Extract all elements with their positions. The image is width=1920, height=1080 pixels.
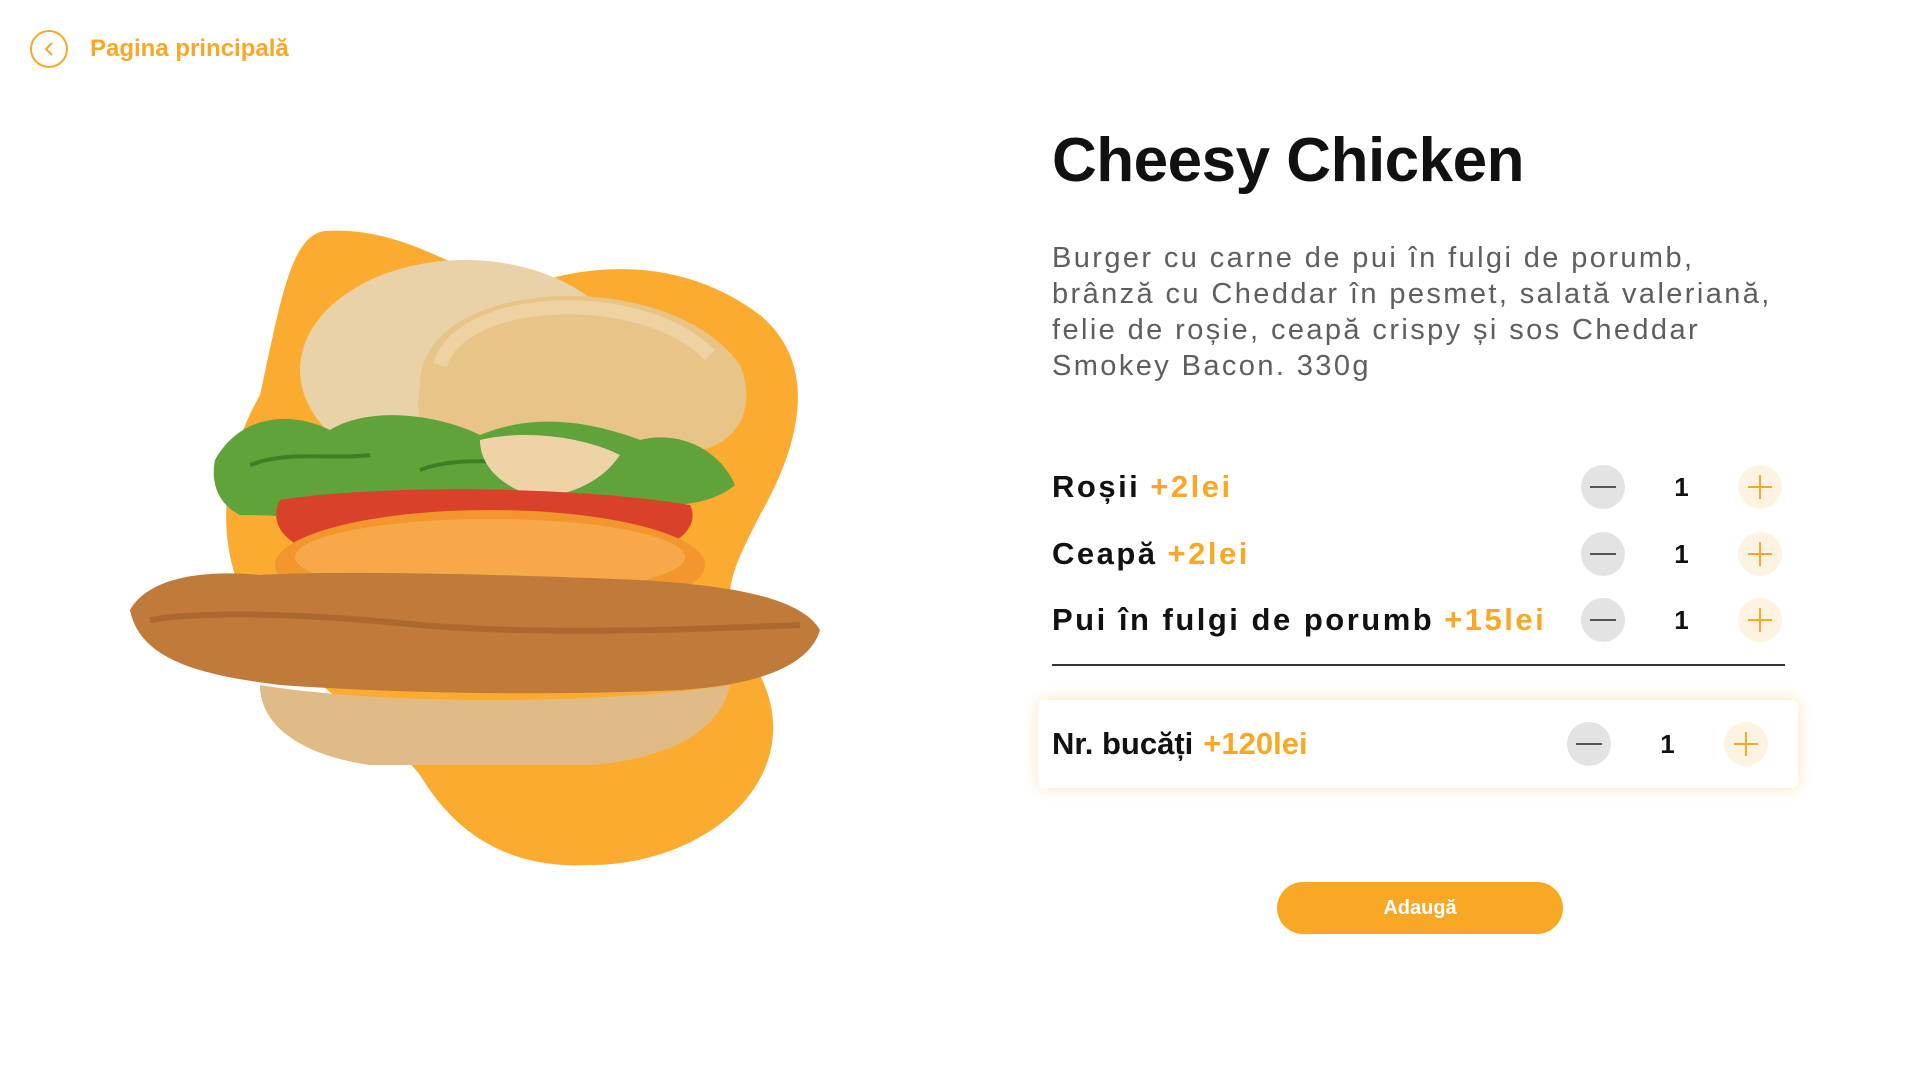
increment-button[interactable] <box>1738 598 1782 642</box>
burger-image <box>130 230 820 866</box>
back-button[interactable] <box>30 30 68 68</box>
plus-icon <box>1734 732 1758 756</box>
option-name: Roșii <box>1052 469 1141 504</box>
option-name: Pui în fulgi de porumb <box>1052 602 1435 637</box>
pieces-card: Nr. bucăți +120lei 1 <box>1038 700 1798 788</box>
quantity-stepper: 1 <box>1581 598 1782 642</box>
option-label: Ceapă +2lei <box>1052 536 1250 572</box>
option-label: Pui în fulgi de porumb +15lei <box>1052 602 1546 638</box>
pieces-name: Nr. bucăți <box>1052 726 1194 761</box>
option-row-ceapa: Ceapă +2lei 1 <box>1052 529 1782 579</box>
minus-icon <box>1576 743 1602 745</box>
decrement-button[interactable] <box>1581 598 1625 642</box>
increment-button[interactable] <box>1724 722 1768 766</box>
option-label: Roșii +2lei <box>1052 469 1233 505</box>
increment-button[interactable] <box>1738 532 1782 576</box>
decrement-button[interactable] <box>1581 532 1625 576</box>
increment-button[interactable] <box>1738 465 1782 509</box>
option-price: +2lei <box>1167 536 1250 571</box>
option-row-rosii: Roșii +2lei 1 <box>1052 462 1782 512</box>
product-image <box>120 215 840 875</box>
plus-icon <box>1748 608 1772 632</box>
quantity-stepper: 1 <box>1581 532 1782 576</box>
back-link[interactable]: Pagina principală <box>30 30 289 68</box>
option-row-pui: Pui în fulgi de porumb +15lei 1 <box>1052 595 1782 645</box>
quantity-value: 1 <box>1674 471 1689 502</box>
back-link-label: Pagina principală <box>90 35 289 62</box>
option-name: Ceapă <box>1052 536 1158 571</box>
plus-icon <box>1748 475 1772 499</box>
quantity-value: 1 <box>1660 728 1675 759</box>
minus-icon <box>1590 553 1616 555</box>
minus-icon <box>1590 619 1616 621</box>
decrement-button[interactable] <box>1567 722 1611 766</box>
pieces-price: +120lei <box>1203 726 1308 761</box>
product-title: Cheesy Chicken <box>1052 126 1525 195</box>
option-price: +15lei <box>1444 602 1547 637</box>
decrement-button[interactable] <box>1581 465 1625 509</box>
product-description: Burger cu carne de pui în fulgi de porum… <box>1052 242 1772 382</box>
options-divider <box>1052 664 1785 666</box>
plus-icon <box>1748 542 1772 566</box>
minus-icon <box>1590 486 1616 488</box>
quantity-value: 1 <box>1674 604 1689 635</box>
chevron-left-icon <box>44 42 53 56</box>
pieces-stepper: 1 <box>1567 722 1768 766</box>
pieces-label: Nr. bucăți +120lei <box>1052 726 1308 762</box>
option-price: +2lei <box>1150 469 1233 504</box>
quantity-stepper: 1 <box>1581 465 1782 509</box>
add-button[interactable]: Adaugă <box>1277 882 1563 934</box>
quantity-value: 1 <box>1674 538 1689 569</box>
